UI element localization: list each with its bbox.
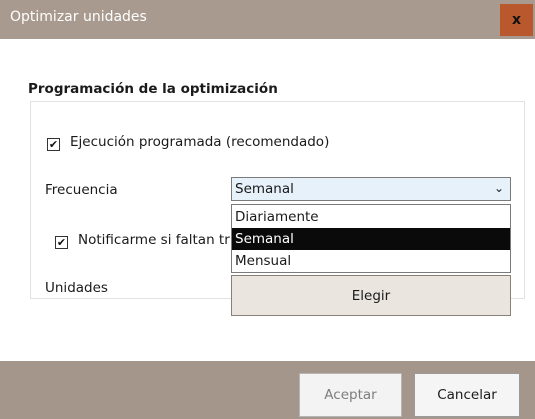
frequency-select[interactable]: Semanal ⌄: [231, 177, 511, 201]
checkmark-icon: ✔: [56, 236, 67, 249]
frequency-label: Frecuencia: [45, 182, 118, 198]
units-label: Unidades: [45, 280, 108, 296]
scheduled-run-label: Ejecución programada (recomendado): [70, 134, 330, 150]
scheduled-run-checkbox[interactable]: ✔: [47, 138, 60, 151]
window-title: Optimizar unidades: [10, 9, 147, 25]
option-diariamente[interactable]: Diariamente: [232, 206, 510, 228]
option-mensual[interactable]: Mensual: [232, 250, 510, 272]
section-title: Programación de la optimización: [28, 81, 278, 97]
notify-checkbox[interactable]: ✔: [55, 236, 68, 249]
optimize-drives-dialog: Optimizar unidades x Programación de la …: [0, 0, 535, 419]
close-button[interactable]: x: [500, 4, 533, 36]
choose-units-button[interactable]: Elegir: [231, 275, 511, 316]
checkmark-icon: ✔: [48, 138, 59, 151]
option-semanal[interactable]: Semanal: [232, 228, 510, 250]
chevron-down-icon: ⌄: [493, 181, 504, 195]
accept-button[interactable]: Aceptar: [299, 373, 402, 417]
notify-label: Notificarme si faltan tr: [78, 232, 230, 248]
frequency-selected-value: Semanal: [235, 181, 294, 197]
close-icon: x: [511, 12, 522, 28]
cancel-button[interactable]: Cancelar: [414, 373, 520, 417]
frequency-dropdown-list: Diariamente Semanal Mensual: [231, 204, 511, 273]
title-bar: Optimizar unidades x: [0, 0, 535, 39]
